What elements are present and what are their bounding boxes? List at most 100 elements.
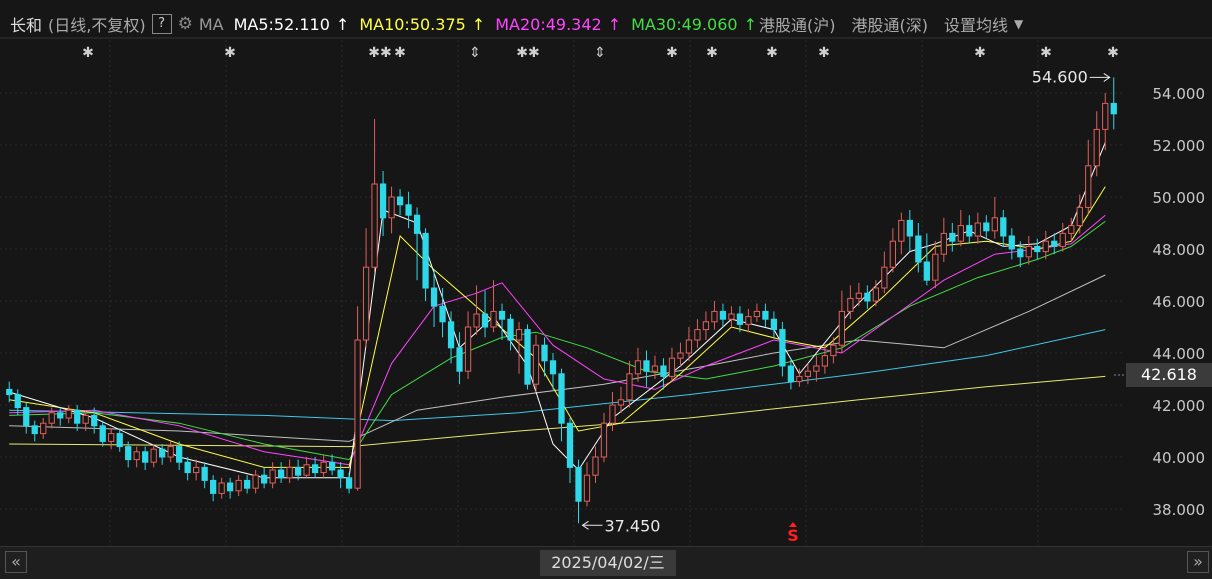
ma120-line [9, 329, 1106, 422]
candle-body [1042, 240, 1049, 253]
chevron-down-icon[interactable]: ▼ [1014, 17, 1023, 31]
candle-body [1000, 217, 1007, 237]
candle-body [575, 466, 582, 502]
candle-body [1093, 128, 1100, 167]
candle-body [490, 310, 497, 328]
y-tick-label: 42.000 [1153, 397, 1206, 415]
candle-body [31, 425, 38, 435]
y-tick-label: 38.000 [1153, 501, 1206, 519]
candle-body [260, 474, 268, 484]
candle-body [40, 422, 47, 435]
event-marker-icon: ✱ [224, 45, 236, 61]
candle-body [838, 310, 846, 346]
candle-body [872, 287, 879, 302]
candle-body [193, 466, 200, 474]
gear-icon[interactable]: ⚙ [178, 14, 193, 34]
candle-body [1017, 248, 1024, 258]
ma5-line [9, 142, 1106, 479]
candle-body [354, 339, 361, 489]
candle-body [74, 409, 81, 424]
candle-body [99, 425, 106, 442]
event-marker-icon: ✱ [394, 45, 406, 61]
candle-body [345, 477, 353, 489]
candle-body [966, 225, 973, 237]
ma20-arrow-icon: ↑ [607, 14, 622, 34]
candle-body [753, 310, 761, 318]
candle-body [651, 365, 659, 372]
candle-body [694, 329, 701, 341]
y-tick-label: 50.000 [1153, 189, 1206, 207]
candle-body [558, 373, 565, 424]
scroll-left-button[interactable]: « [5, 551, 27, 573]
candle-body [1068, 225, 1075, 234]
candle-body [311, 464, 319, 474]
candle-body [294, 466, 302, 476]
candle-body [125, 446, 132, 461]
signal-marker-icon: S [787, 526, 799, 545]
candle-body [91, 414, 98, 427]
ma60-line [9, 274, 1106, 442]
ma30-value: MA30:49.060 [631, 14, 738, 34]
ma5-value: MA5:52.110 [233, 14, 330, 34]
candle-body [889, 240, 896, 268]
ma10-arrow-icon: ↑ [471, 14, 486, 34]
candle-body [57, 412, 64, 419]
y-tick-label: 52.000 [1153, 137, 1206, 155]
hk-connect-sh[interactable]: 港股通(沪) [759, 12, 836, 36]
candle-body [634, 360, 642, 375]
candle-body [337, 469, 344, 479]
candle-body [762, 310, 769, 320]
candle-body [898, 219, 905, 242]
candle-body [447, 321, 455, 349]
ma30-line [9, 220, 1106, 461]
candle-body [685, 339, 693, 354]
event-marker-icon: ✱ [974, 45, 986, 61]
event-marker-icon: ✱ [1040, 45, 1052, 61]
scroll-right-button[interactable]: » [1187, 551, 1209, 573]
event-marker-icon: ✱ [1107, 45, 1119, 61]
candle-body [252, 474, 259, 489]
candle-body [1059, 232, 1066, 247]
help-button[interactable]: ? [151, 14, 172, 34]
y-tick-label: 54.000 [1153, 85, 1206, 103]
candle-body [668, 357, 676, 377]
candle-body [600, 422, 608, 458]
candle-body [813, 365, 820, 372]
candle-body [1051, 240, 1058, 247]
candle-body [583, 474, 591, 502]
candle-body [14, 394, 21, 409]
candle-body [405, 204, 412, 216]
candle-body [804, 370, 812, 377]
candle-body [524, 329, 531, 385]
candle-body [949, 232, 956, 242]
candle-body [176, 446, 183, 463]
event-marker-icon: ✱ [706, 45, 718, 61]
candle-body [422, 232, 429, 289]
candle-body [830, 344, 837, 357]
candle-body [915, 235, 922, 263]
low-price-label: 37.450 [604, 516, 660, 535]
candle-body [745, 316, 752, 325]
candle-body [609, 404, 616, 424]
candle-body [218, 482, 225, 494]
period-label[interactable]: (日线,不复权) [48, 12, 146, 36]
candle-body [592, 456, 599, 476]
candle-body [133, 451, 140, 461]
candle-body [439, 305, 446, 323]
candle-body [787, 365, 795, 383]
candle-body [396, 196, 404, 206]
ma-label: MA [198, 14, 224, 34]
ma5-arrow-icon: ↑ [335, 14, 350, 34]
candle-body [150, 448, 157, 463]
ma10-value: MA10:50.375 [359, 14, 466, 34]
candle-body [320, 461, 327, 474]
event-marker-icon: ⇕ [594, 45, 606, 61]
candle-body [235, 479, 242, 492]
candle-body [277, 469, 285, 479]
hk-connect-sz[interactable]: 港股通(深) [851, 12, 928, 36]
ma-settings-button[interactable]: 设置均线 [944, 12, 1008, 36]
candle-body [82, 414, 89, 424]
candle-body [328, 461, 336, 471]
candle-body [473, 313, 480, 328]
candle-body [108, 433, 115, 442]
